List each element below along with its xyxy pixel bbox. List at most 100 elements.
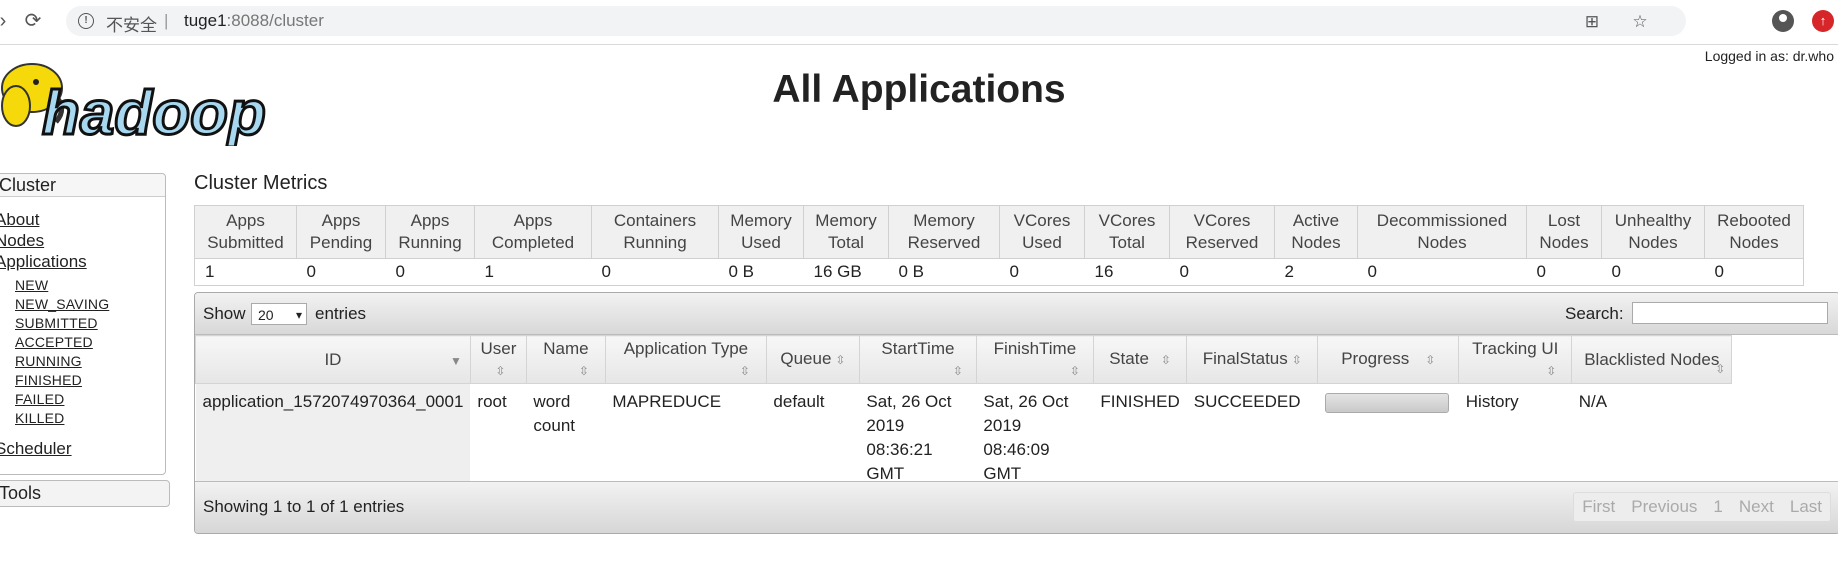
search-label: Search: [1565,304,1624,323]
sort-icon: ⇳ [495,363,506,378]
sort-icon: ⇳ [1546,363,1557,378]
metric-header: Memory Total [803,205,889,259]
site-info-icon[interactable]: ! [78,13,94,29]
metric-header: VCores Reserved [1169,205,1275,259]
forward-icon[interactable]: › [0,8,16,34]
applications-header-row: ID ▼ User ⇳ Name ⇳ Application Type ⇳ Queue ⇳… [195,335,1733,384]
metric-header: Unhealthy Nodes [1601,205,1705,259]
metric-decommissioned-nodes: 0 [1357,258,1527,286]
sidebar-state-submitted[interactable]: SUBMITTED [15,315,98,331]
decommissioned-nodes-link[interactable]: 0 [1368,262,1377,281]
metric-header: Decommissioned Nodes [1357,205,1527,259]
metric-header: Memory Reserved [888,205,1000,259]
sidebar-item-scheduler[interactable]: Scheduler [0,439,72,459]
column-header-application-type[interactable]: Application Type ⇳ [604,335,767,384]
metric-vcores-reserved: 0 [1169,258,1275,286]
column-header-blacklisted-nodes[interactable]: Blacklisted Nodes ⇳ [1571,335,1733,384]
active-nodes-link[interactable]: 2 [1285,262,1294,281]
metric-header: Active Nodes [1274,205,1358,259]
metric-vcores-total: 16 [1084,258,1170,286]
app-blacklisted-cell: N/A [1578,392,1608,411]
sidebar-state-new-saving[interactable]: NEW_SAVING [15,296,109,312]
lost-nodes-link[interactable]: 0 [1537,262,1546,281]
metric-vcores-used: 0 [999,258,1085,286]
sidebar-nav: Cluster About Nodes Applications NEW NEW… [0,173,166,475]
sidebar-state-new[interactable]: NEW [15,277,48,293]
cluster-metrics-title: Cluster Metrics [194,172,328,194]
sidebar-item-nodes[interactable]: Nodes [0,231,44,251]
applications-panel: Show 20 entries Search: ID▼ User⇳ Name⇳ … [194,292,1838,534]
extension-icon[interactable]: ↑ [1812,10,1834,32]
column-header-user[interactable]: User ⇳ [469,335,527,384]
app-progress-cell [1318,384,1459,493]
sidebar-state-finished[interactable]: FINISHED [15,372,82,388]
pager-next-button[interactable]: Next [1731,493,1782,521]
column-header-finalstatus[interactable]: FinalStatus ⇳ [1186,335,1319,384]
search-input[interactable] [1632,302,1828,324]
translate-icon[interactable]: ⊞ [1582,13,1602,31]
entries-select-value: 20 [258,307,274,323]
entries-label: entries [315,304,367,323]
column-header-name[interactable]: Name ⇳ [525,335,606,384]
column-header-queue[interactable]: Queue ⇳ [765,335,860,384]
column-header-finishtime[interactable]: FinishTime ⇳ [975,335,1094,384]
sort-icon: ⇳ [739,363,750,378]
sort-icon: ⇳ [1715,362,1726,376]
app-id-cell: application_1572074970364_0001 [195,383,471,492]
column-header-starttime[interactable]: StartTime ⇳ [858,335,977,384]
browser-toolbar: › ⟳ ! 不安全 | tuge1:8088/cluster ⊞ ☆ ↑ [0,0,1838,45]
history-link[interactable]: History [1466,392,1519,411]
column-header-progress[interactable]: Progress ⇳ [1317,335,1460,384]
unhealthy-nodes-link[interactable]: 0 [1612,262,1621,281]
address-bar[interactable]: ! 不安全 | tuge1:8088/cluster ⊞ ☆ [66,6,1686,36]
sidebar-section-tools[interactable]: Tools [0,480,170,507]
sort-icon: ⇳ [1291,353,1302,367]
table-info: Showing 1 to 1 of 1 entries [203,497,405,516]
sidebar-section-cluster[interactable]: Cluster [0,174,165,197]
metrics-header-row: Apps Submitted Apps Pending Apps Running Ap… [194,205,1804,259]
column-header-id[interactable]: ID ▼ [195,335,471,384]
metric-header: Rebooted Nodes [1704,205,1804,259]
applications-table: ID ▼ User ⇳ Name ⇳ Application Type ⇳ Queue ⇳… [195,335,1733,493]
bookmark-star-icon[interactable]: ☆ [1630,13,1650,31]
column-header-state[interactable]: State ⇳ [1092,335,1188,384]
metric-apps-submitted: 1 [194,258,297,286]
page-title: All Applications [772,68,1066,111]
sidebar-item-about[interactable]: About [0,210,39,230]
sidebar-state-failed[interactable]: FAILED [15,391,64,407]
sort-icon: ⇳ [1069,363,1080,378]
reload-icon[interactable]: ⟳ [20,8,46,34]
sidebar-state-accepted[interactable]: ACCEPTED [15,334,93,350]
metric-memory-reserved: 0 B [888,258,1000,286]
show-label: Show [203,304,246,323]
app-id-link[interactable]: application_1572074970364_0001 [203,392,464,411]
sidebar-state-killed[interactable]: KILLED [15,410,64,426]
metric-active-nodes: 2 [1274,258,1358,286]
profile-avatar-icon[interactable] [1772,10,1794,32]
cluster-metrics-table: Apps Submitted Apps Pending Apps Running Ap… [194,205,1804,286]
pager-page-button[interactable]: 1 [1705,493,1730,521]
app-finalstatus-cell: SUCCEEDED [1193,392,1301,411]
column-header-tracking-ui[interactable]: Tracking UI ⇳ [1458,335,1573,384]
sidebar-item-applications[interactable]: Applications [0,252,87,272]
table-footer: Showing 1 to 1 of 1 entries First Previou… [195,481,1838,533]
app-tracking-cell: History [1459,384,1572,493]
metric-apps-completed: 1 [474,258,592,286]
app-state-cell: FINISHED [1100,392,1180,411]
sidebar-state-running[interactable]: RUNNING [15,353,82,369]
sort-icon: ⇳ [952,363,963,378]
metric-apps-running: 0 [385,258,475,286]
entries-select[interactable]: 20 [251,303,307,326]
metric-containers-running: 0 [591,258,719,286]
metric-rebooted-nodes: 0 [1704,258,1804,286]
pager-first-button[interactable]: First [1574,493,1623,521]
app-user-cell: root [477,392,507,411]
metric-memory-used: 0 B [718,258,804,286]
progress-bar [1324,393,1449,413]
metric-unhealthy-nodes: 0 [1601,258,1705,286]
pager-last-button[interactable]: Last [1782,493,1830,521]
rebooted-nodes-link[interactable]: 0 [1715,262,1724,281]
url-text[interactable]: tuge1:8088/cluster [184,11,324,31]
pager-previous-button[interactable]: Previous [1623,493,1705,521]
app-name-cell: word count [533,392,576,435]
